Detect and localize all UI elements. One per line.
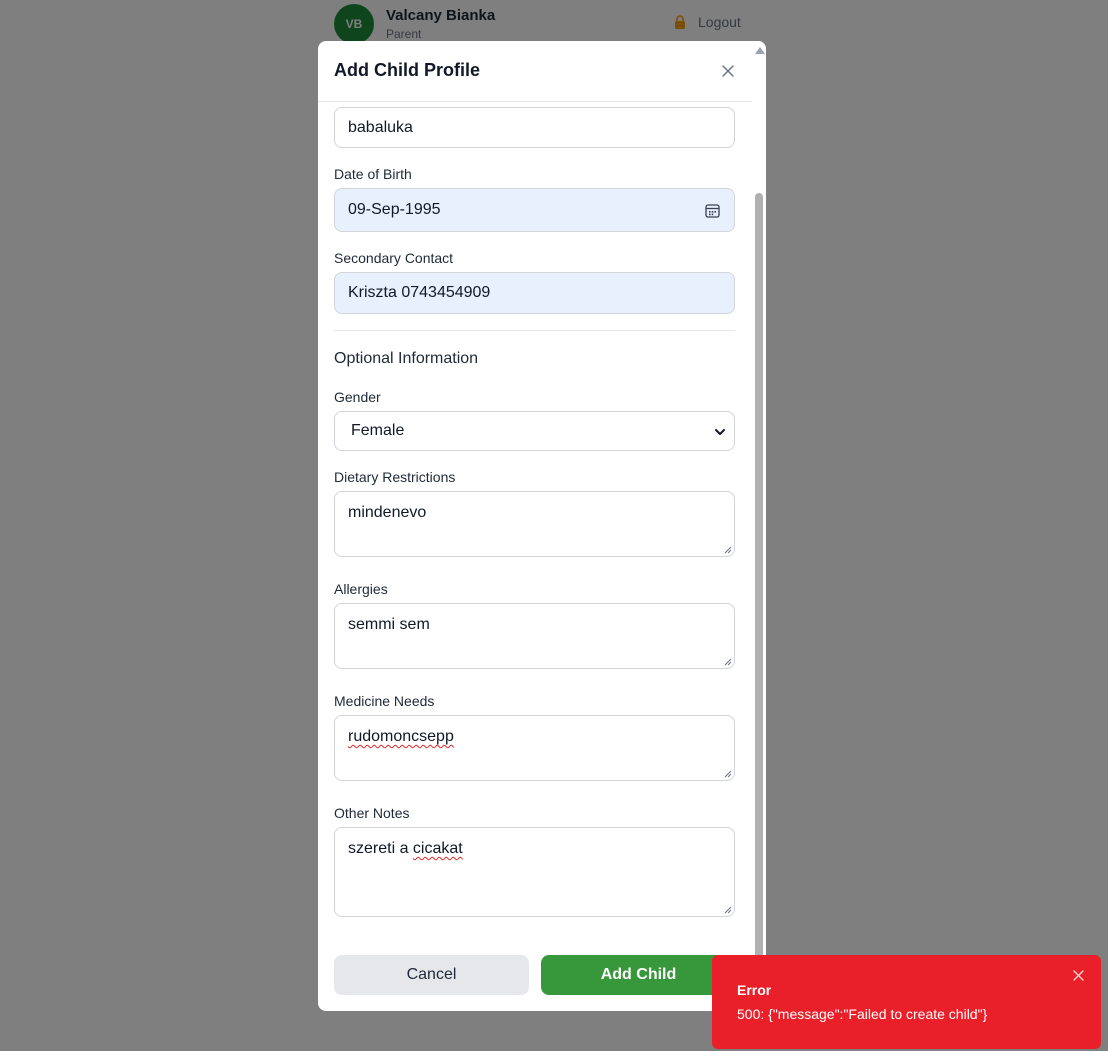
- dietary-value: mindenevo: [348, 504, 427, 521]
- allergies-textarea[interactable]: semmi sem: [334, 603, 735, 669]
- chevron-down-icon: [715, 429, 725, 435]
- close-icon[interactable]: [720, 63, 736, 79]
- toast-message: 500: {"message":"Failed to create child"…: [737, 1006, 988, 1022]
- section-divider: [334, 330, 735, 331]
- resize-handle-icon[interactable]: [724, 906, 732, 914]
- dob-label: Date of Birth: [334, 166, 412, 182]
- medicine-value: rudomoncsepp: [348, 728, 454, 745]
- dob-value: 09-Sep-1995: [348, 201, 441, 218]
- modal-header: Add Child Profile: [318, 41, 766, 102]
- notes-value-misspelled: cicakat: [412, 840, 463, 857]
- allergies-label: Allergies: [334, 581, 388, 597]
- error-toast: Error 500: {"message":"Failed to create …: [712, 955, 1101, 1049]
- cancel-button[interactable]: Cancel: [334, 955, 529, 995]
- secondary-contact-label: Secondary Contact: [334, 250, 454, 266]
- dob-field[interactable]: 09-Sep-1995: [334, 188, 735, 232]
- allergies-value: semmi sem: [348, 616, 430, 633]
- add-child-modal: Add Child Profile babaluka Date of Birth…: [318, 41, 766, 1011]
- secondary-contact-value: Kriszta 0743454909: [348, 284, 491, 301]
- notes-value-text: szereti a: [348, 840, 413, 857]
- scroll-up-arrow-icon[interactable]: [755, 47, 765, 54]
- resize-handle-icon[interactable]: [724, 658, 732, 666]
- modal-scrollbar[interactable]: [752, 41, 766, 1011]
- gender-select[interactable]: Female: [334, 411, 735, 451]
- child-name-value: babaluka: [348, 118, 413, 136]
- gender-label: Gender: [334, 389, 381, 405]
- modal-title: Add Child Profile: [334, 60, 480, 80]
- add-child-button[interactable]: Add Child: [541, 955, 736, 995]
- gender-value: Female: [351, 422, 405, 439]
- resize-handle-icon[interactable]: [724, 770, 732, 778]
- medicine-textarea[interactable]: rudomoncsepp: [334, 715, 735, 781]
- dietary-label: Dietary Restrictions: [334, 469, 456, 485]
- medicine-label: Medicine Needs: [334, 693, 435, 709]
- calendar-icon[interactable]: [705, 203, 720, 218]
- child-name-field[interactable]: babaluka: [334, 107, 735, 148]
- secondary-contact-field[interactable]: Kriszta 0743454909: [334, 272, 735, 314]
- close-icon[interactable]: [1073, 970, 1084, 981]
- scrollbar-thumb[interactable]: [755, 193, 763, 1005]
- notes-value: szereti a cicakat: [348, 840, 463, 858]
- notes-label: Other Notes: [334, 805, 410, 821]
- toast-title: Error: [737, 982, 772, 998]
- resize-handle-icon[interactable]: [724, 546, 732, 554]
- notes-textarea[interactable]: szereti a cicakat: [334, 827, 735, 917]
- dietary-textarea[interactable]: mindenevo: [334, 491, 735, 557]
- optional-section-title: Optional Information: [334, 350, 479, 367]
